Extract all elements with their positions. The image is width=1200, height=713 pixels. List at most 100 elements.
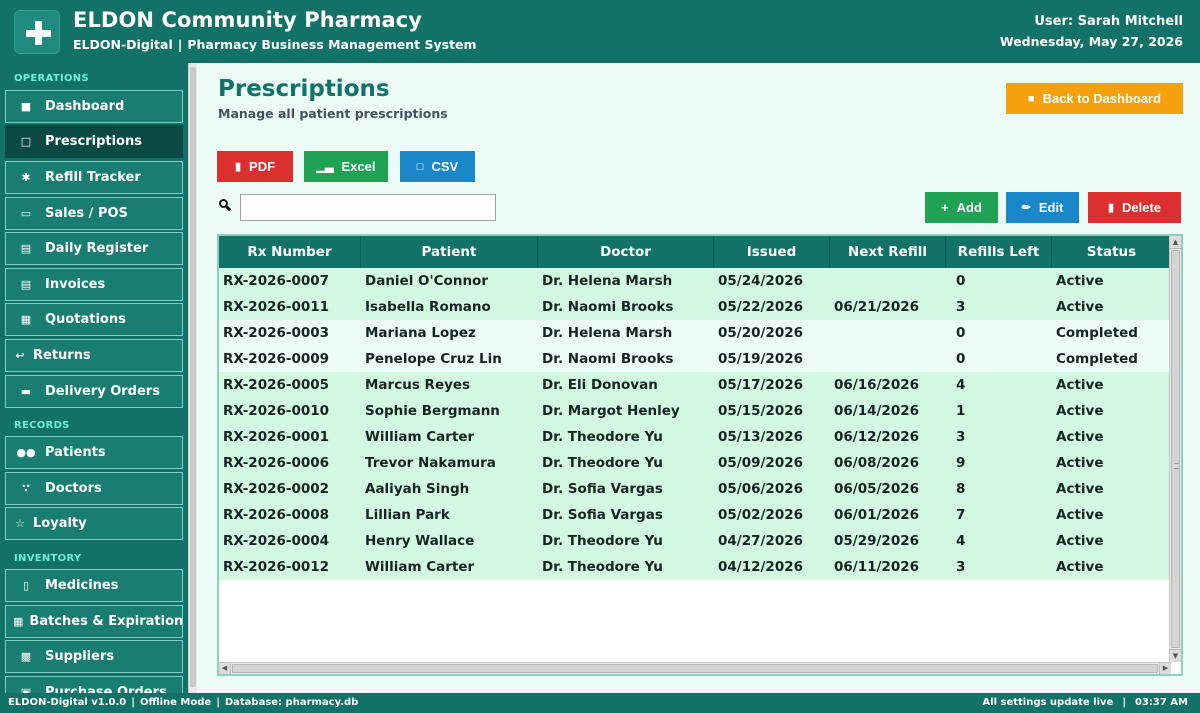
cell-doctor: Dr. Helena Marsh [542, 273, 673, 289]
horizontal-scrollbar-thumb[interactable] [232, 664, 1158, 673]
subtitle-separator: | [177, 37, 183, 52]
table-row[interactable]: RX-2026-0009 Penelope Cruz Lin Dr. Naomi B… [219, 346, 1171, 372]
sidebar-item-prescriptions[interactable]: □ Prescriptions [5, 125, 183, 158]
column-header-status[interactable]: Status [1052, 236, 1171, 268]
table-row[interactable]: RX-2026-0005 Marcus Reyes Dr. Eli Donovan 0… [219, 372, 1171, 398]
page-title: Prescriptions [218, 76, 390, 102]
cell-refills-left: 0 [956, 351, 966, 367]
scroll-down-arrow-icon[interactable]: ▼ [1170, 649, 1181, 662]
cell-next-refill: 06/16/2026 [834, 377, 920, 393]
cell-next-refill [830, 320, 946, 346]
book-icon: ▤ [20, 242, 32, 255]
search-input[interactable] [240, 194, 496, 221]
table-row[interactable]: RX-2026-0001 William Carter Dr. Theodore Y… [219, 424, 1171, 450]
sidebar-item-loyalty[interactable]: ☆ Loyalty [5, 507, 183, 540]
column-header-rx-number[interactable]: Rx Number [219, 236, 361, 268]
cell-issued: 05/02/2026 [718, 507, 804, 523]
table-row[interactable]: RX-2026-0002 Aaliyah Singh Dr. Sofia Varga… [219, 476, 1171, 502]
export-pdf-button[interactable]: ▮ PDF [217, 151, 293, 182]
system-name: Pharmacy Business Management System [187, 37, 477, 52]
sidebar-item-label: Doctors [45, 481, 102, 496]
table-row[interactable]: RX-2026-0003 Mariana Lopez Dr. Helena Mars… [219, 320, 1171, 346]
pencil-icon: ✏ [1021, 202, 1031, 214]
table-horizontal-scrollbar[interactable]: ◀ ▶ [219, 662, 1171, 674]
cell-issued: 05/24/2026 [718, 273, 804, 289]
sidebar-item-batches-expiration[interactable]: ▦ Batches & Expiration [5, 605, 183, 638]
cell-status: Active [1056, 377, 1104, 393]
sidebar-item-patients[interactable]: ●● Patients [5, 436, 183, 469]
sidebar-item-label: Prescriptions [45, 134, 142, 149]
cell-issued: 04/12/2026 [718, 559, 804, 575]
sidebar-scrollbar[interactable] [188, 63, 197, 693]
cell-doctor: Dr. Eli Donovan [542, 377, 658, 393]
page-subtitle: Manage all patient prescriptions [218, 106, 448, 121]
cell-patient: William Carter [365, 559, 475, 575]
table-row[interactable]: RX-2026-0012 William Carter Dr. Theodore Y… [219, 554, 1171, 580]
scroll-up-arrow-icon[interactable]: ▲ [1170, 236, 1181, 249]
sidebar-item-quotations[interactable]: ▦ Quotations [5, 303, 183, 336]
column-header-patient[interactable]: Patient [361, 236, 538, 268]
truck-icon: ▬ [20, 385, 32, 398]
clipboard-icon: □ [416, 160, 424, 173]
bar-chart-icon: ▁▃ [316, 161, 334, 173]
table-row[interactable]: RX-2026-0007 Daniel O'Connor Dr. Helena Ma… [219, 268, 1171, 294]
sidebar-item-returns[interactable]: ↩ Returns [5, 339, 183, 372]
sidebar-item-dashboard[interactable]: ■ Dashboard [5, 90, 183, 123]
sidebar-item-invoices[interactable]: ▤ Invoices [5, 268, 183, 301]
cell-status: Active [1056, 559, 1104, 575]
cell-next-refill: 06/05/2026 [834, 481, 920, 497]
sidebar-item-label: Daily Register [45, 241, 149, 256]
back-to-dashboard-button[interactable]: ■ Back to Dashboard [1006, 83, 1183, 114]
vertical-scrollbar-thumb[interactable] [1171, 250, 1180, 648]
cell-refills-left: 4 [956, 533, 966, 549]
status-separator: | [131, 697, 135, 708]
cell-patient: Aaliyah Singh [365, 481, 470, 497]
column-header-next-refill[interactable]: Next Refill [830, 236, 946, 268]
table-row[interactable]: RX-2026-0011 Isabella Romano Dr. Naomi Bro… [219, 294, 1171, 320]
sidebar-item-sales-pos[interactable]: ▭ Sales / POS [5, 197, 183, 230]
sidebar-item-medicines[interactable]: ▯ Medicines [5, 569, 183, 602]
sidebar-item-refill-tracker[interactable]: ✱ Refill Tracker [5, 161, 183, 194]
cell-rx-number: RX-2026-0011 [223, 299, 330, 315]
add-label: Add [956, 200, 982, 215]
cell-next-refill: 06/11/2026 [834, 559, 920, 575]
cell-status: Active [1056, 481, 1104, 497]
sidebar-item-purchase-orders[interactable]: ▣ Purchase Orders [5, 676, 183, 693]
cell-status: Active [1056, 533, 1104, 549]
sidebar-item-label: Suppliers [45, 649, 115, 664]
export-excel-button[interactable]: ▁▃ Excel [304, 151, 388, 182]
plus-icon: + [941, 200, 949, 215]
table-row[interactable]: RX-2026-0006 Trevor Nakamura Dr. Theodore … [219, 450, 1171, 476]
export-csv-button[interactable]: □ CSV [400, 151, 475, 182]
cell-issued: 05/13/2026 [718, 429, 804, 445]
delete-button[interactable]: ▮ Delete [1088, 192, 1181, 223]
table-row[interactable]: RX-2026-0008 Lillian Park Dr. Sofia Vargas… [219, 502, 1171, 528]
table-vertical-scrollbar[interactable]: ▲ ▼ [1169, 236, 1181, 662]
sidebar-item-delivery-orders[interactable]: ▬ Delivery Orders [5, 375, 183, 408]
status-right: All settings update live | 03:37 AM [982, 697, 1188, 708]
column-header-refills-left[interactable]: Refills Left [946, 236, 1052, 268]
scroll-right-arrow-icon[interactable]: ▶ [1159, 663, 1171, 674]
sidebar-scrollbar-thumb[interactable] [190, 67, 196, 687]
sidebar-item-daily-register[interactable]: ▤ Daily Register [5, 232, 183, 265]
scroll-left-arrow-icon[interactable]: ◀ [219, 663, 231, 674]
sidebar-item-suppliers[interactable]: ▩ Suppliers [5, 640, 183, 673]
clock-text: 03:37 AM [1134, 697, 1188, 708]
cell-refills-left: 1 [956, 403, 966, 419]
cell-patient: Lillian Park [365, 507, 450, 523]
edit-button[interactable]: ✏ Edit [1006, 192, 1079, 223]
section-inventory-label: INVENTORY [14, 553, 82, 564]
add-button[interactable]: + Add [925, 192, 998, 223]
column-header-issued[interactable]: Issued [714, 236, 830, 268]
column-header-doctor[interactable]: Doctor [538, 236, 714, 268]
table-row[interactable]: RX-2026-0010 Sophie Bergmann Dr. Margot He… [219, 398, 1171, 424]
cell-status: Active [1056, 299, 1104, 315]
home-icon: ■ [1027, 92, 1035, 105]
sidebar-item-label: Quotations [45, 312, 126, 327]
cell-next-refill: 05/29/2026 [834, 533, 920, 549]
app-title: ELDON Community Pharmacy [73, 8, 423, 32]
cell-patient: Isabella Romano [365, 299, 491, 315]
table-row[interactable]: RX-2026-0004 Henry Wallace Dr. Theodore Yu… [219, 528, 1171, 554]
settings-text: All settings update live [982, 697, 1114, 708]
sidebar-item-doctors[interactable]: ∵ Doctors [5, 472, 183, 505]
